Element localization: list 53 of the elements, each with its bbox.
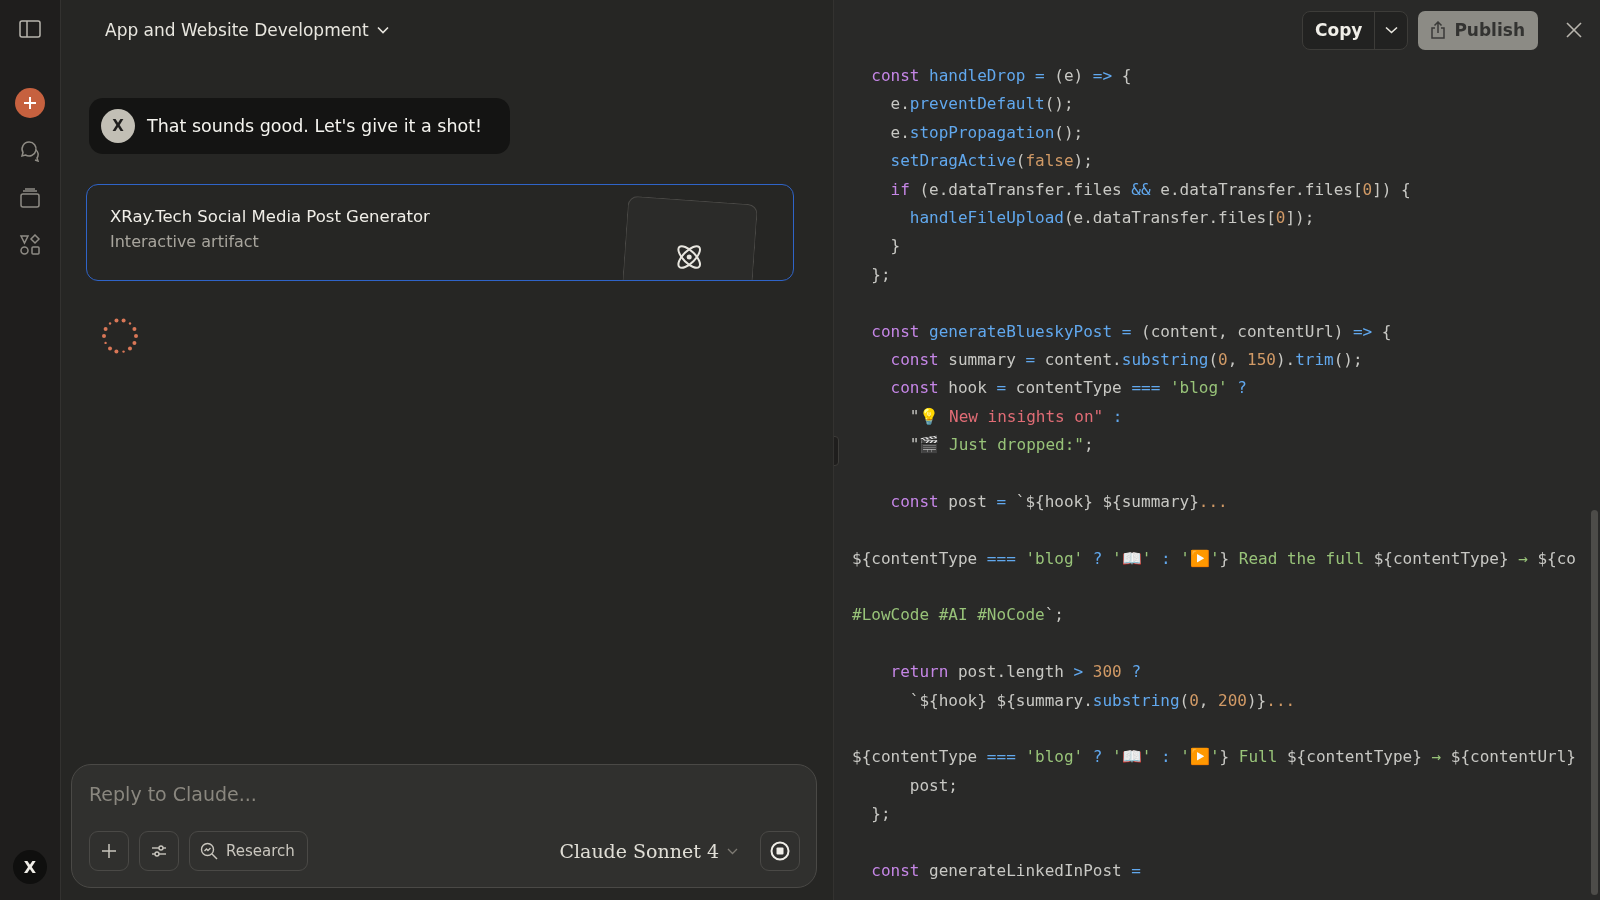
search-icon: [200, 842, 218, 860]
tools-button[interactable]: [139, 831, 179, 871]
code-line: "💡 New insights on" :: [908, 405, 1123, 428]
code-line: return post.length > 300 ?: [889, 661, 1141, 684]
stop-button[interactable]: [760, 831, 800, 871]
code-line: ${contentType === 'blog' ? '📖' : '▶'} Read the full ${contentType} → ${co: [852, 547, 1576, 570]
new-chat-button[interactable]: [15, 88, 45, 118]
publish-button[interactable]: Publish: [1418, 10, 1538, 50]
projects-icon[interactable]: [19, 188, 41, 208]
artifact-subtitle: Interactive artifact: [110, 232, 260, 251]
sidebar-toggle-icon[interactable]: [19, 20, 41, 38]
code-line: setDragActive(false);: [889, 150, 1093, 173]
chats-icon[interactable]: [19, 140, 41, 162]
code-line: }: [889, 235, 901, 258]
stop-icon: [770, 841, 790, 861]
artifact-card[interactable]: XRay.Tech Social Media Post Generator Interactive artifact: [86, 184, 794, 281]
sliders-icon: [150, 843, 168, 859]
message-text: That sounds good. Let's give it a shot!: [147, 116, 483, 136]
code-line: const hook = contentType === 'blog' ?: [889, 377, 1247, 400]
code-line: e.stopPropagation();: [889, 121, 1084, 144]
code-line: const handleDrop = (e) => {: [870, 65, 1132, 87]
code-line: handleFileUpload(e.dataTransfer.files[0]);: [908, 206, 1315, 229]
plus-icon: [23, 96, 37, 110]
code-line: const summary = content.substring(0, 150).trim();: [889, 348, 1363, 371]
code-line: "🎬 Just dropped:";: [908, 434, 1094, 457]
scrollbar[interactable]: [1591, 510, 1598, 895]
close-icon[interactable]: [1566, 22, 1582, 38]
model-selector[interactable]: Claude Sonnet 4: [559, 840, 738, 862]
code-line: const generateLinkedInPost =: [870, 859, 1141, 882]
chevron-down-icon: [376, 26, 389, 34]
code-line: const post = `${hook} ${summary}...: [889, 490, 1228, 513]
user-avatar: X: [101, 109, 135, 143]
code-line: const generateBlueskyPost = (content, contentUrl) => {: [870, 320, 1392, 343]
chat-title-button[interactable]: App and Website Development: [105, 20, 389, 40]
chevron-down-icon: [727, 847, 738, 855]
plus-icon: [100, 842, 118, 860]
loading-spinner-icon: [101, 317, 139, 355]
share-icon: [1430, 21, 1447, 39]
code-line: ${contentType === 'blog' ? '📖' : '▶'} Full ${contentType} → ${contentUrl}: [852, 746, 1576, 769]
code-line: #LowCode #AI #NoCode`;: [852, 604, 1064, 627]
code-line: post;: [908, 774, 958, 797]
artifact-title: XRay.Tech Social Media Post Generator: [110, 207, 430, 226]
research-button[interactable]: Research: [189, 831, 308, 871]
chevron-down-icon: [1384, 26, 1398, 34]
code-line: };: [870, 803, 891, 826]
code-line: `${hook} ${summary.substring(0, 200)}...: [908, 689, 1296, 712]
code-line: e.preventDefault();: [889, 93, 1074, 116]
code-line: if (e.dataTransfer.files && e.dataTransfer.files[0]) {: [889, 178, 1411, 201]
add-button[interactable]: [89, 831, 129, 871]
code-line: };: [870, 263, 891, 286]
user-avatar[interactable]: X: [13, 850, 47, 884]
reply-input[interactable]: Reply to Claude...: [89, 779, 800, 809]
shapes-icon[interactable]: [19, 234, 41, 256]
